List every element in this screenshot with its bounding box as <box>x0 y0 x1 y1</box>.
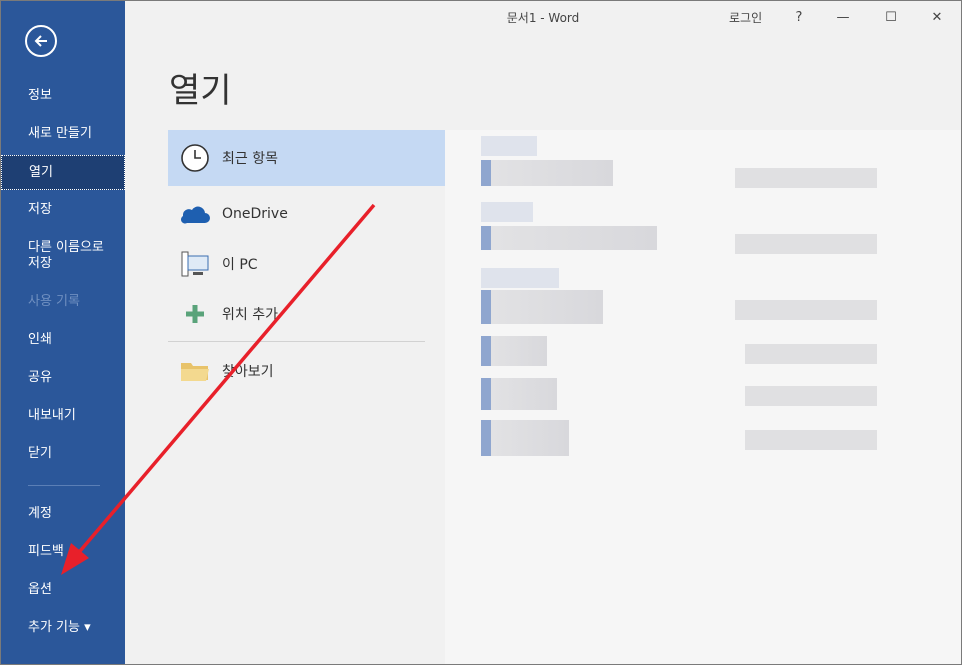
location-label: 찾아보기 <box>222 364 274 380</box>
location-label: 최근 항목 <box>222 151 278 167</box>
computer-icon <box>172 249 218 279</box>
nav-info[interactable]: 정보 <box>1 88 125 104</box>
nav-open[interactable]: 열기 <box>1 155 125 190</box>
location-this-pc[interactable]: 이 PC <box>168 236 445 292</box>
nav-feedback[interactable]: 피드백 <box>1 544 125 560</box>
maximize-button[interactable]: ☐ <box>879 7 903 29</box>
blurred-item-date <box>735 234 877 254</box>
page-title: 열기 <box>169 71 232 111</box>
nav-new[interactable]: 새로 만들기 <box>1 126 125 142</box>
help-button[interactable]: ? <box>787 7 811 29</box>
folder-icon <box>172 359 218 383</box>
blurred-recent-item[interactable] <box>481 290 603 324</box>
nav-close[interactable]: 닫기 <box>1 446 125 462</box>
location-onedrive[interactable]: OneDrive <box>168 186 445 242</box>
blurred-recent-item[interactable] <box>481 420 569 456</box>
back-arrow-icon[interactable] <box>25 25 57 57</box>
sidebar-divider <box>28 485 100 486</box>
nav-export[interactable]: 내보내기 <box>1 408 125 424</box>
blurred-item-date <box>735 300 877 320</box>
plus-icon <box>172 303 218 325</box>
blurred-item-date <box>745 344 877 364</box>
clock-icon <box>172 143 218 173</box>
minimize-button[interactable]: — <box>831 7 855 29</box>
nav-options[interactable]: 옵션 <box>1 582 125 598</box>
locations-divider <box>168 341 425 342</box>
title-bar: 문서1 - Word 로그인 ? — ☐ ✕ <box>125 1 961 35</box>
location-label: 이 PC <box>222 257 258 273</box>
location-label: 위치 추가 <box>222 307 278 323</box>
recent-documents-panel <box>445 130 961 664</box>
nav-share[interactable]: 공유 <box>1 370 125 386</box>
nav-history: 사용 기록 <box>28 294 80 309</box>
word-backstage-window: 정보 새로 만들기 열기 저장 다른 이름으로 저장 사용 기록 인쇄 공유 내… <box>0 0 962 665</box>
blurred-item-date <box>745 386 877 406</box>
nav-save[interactable]: 저장 <box>1 202 125 218</box>
blurred-item-date <box>735 168 877 188</box>
blurred-recent-item[interactable] <box>481 160 613 186</box>
blurred-recent-item[interactable] <box>481 378 557 410</box>
location-browse[interactable]: 찾아보기 <box>168 343 445 399</box>
backstage-sidebar: 정보 새로 만들기 열기 저장 다른 이름으로 저장 사용 기록 인쇄 공유 내… <box>1 1 125 664</box>
nav-save-as[interactable]: 다른 이름으로 저장 <box>1 240 125 272</box>
location-label: OneDrive <box>222 206 288 222</box>
blurred-item-date <box>745 430 877 450</box>
blurred-group-heading <box>481 202 533 222</box>
blurred-group-heading <box>481 136 537 156</box>
nav-account[interactable]: 계정 <box>1 506 125 522</box>
cloud-icon <box>172 203 218 225</box>
nav-print[interactable]: 인쇄 <box>1 332 125 348</box>
close-button[interactable]: ✕ <box>925 7 949 29</box>
signin-link[interactable]: 로그인 <box>729 9 762 26</box>
location-add-place[interactable]: 위치 추가 <box>168 286 445 342</box>
blurred-recent-item[interactable] <box>481 226 657 250</box>
blurred-group-heading <box>481 268 559 288</box>
blurred-recent-item[interactable] <box>481 336 547 366</box>
nav-add-ins[interactable]: 추가 기능 ▾ <box>1 620 125 636</box>
location-recent[interactable]: 최근 항목 <box>168 130 445 186</box>
